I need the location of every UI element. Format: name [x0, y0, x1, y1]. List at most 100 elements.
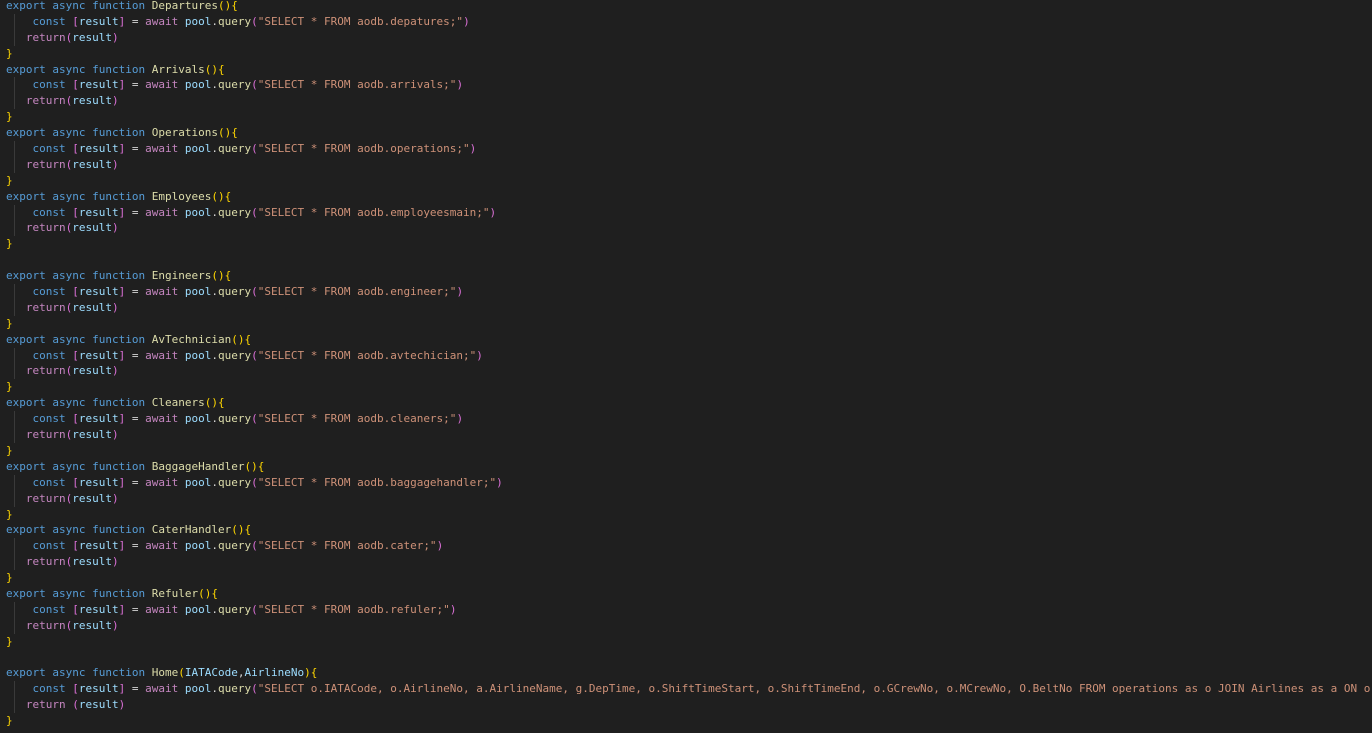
code-line[interactable]: return(result) [6, 299, 1372, 316]
code-line[interactable]: export async function Home(IATACode,Airl… [6, 665, 1372, 681]
code-token: result [78, 285, 119, 299]
code-line[interactable]: return(result) [6, 554, 1372, 571]
code-token: Operations [151, 126, 218, 140]
code-line[interactable]: } [6, 46, 1372, 62]
code-token: . [211, 142, 218, 156]
code-line[interactable]: } [6, 236, 1372, 252]
code-token: "SELECT * FROM aodb.avtechician;" [257, 348, 477, 362]
code-line[interactable]: const [result] = await pool.query("SELEC… [6, 411, 1372, 428]
code-token: export [6, 666, 46, 680]
code-token: () [204, 396, 218, 410]
code-line[interactable]: return(result) [6, 617, 1372, 634]
code-token: pool [184, 205, 212, 219]
code-line[interactable]: export async function Arrivals(){ [6, 62, 1372, 78]
code-token: [ [72, 475, 79, 489]
code-line[interactable]: } [6, 109, 1372, 125]
code-line[interactable]: return(result) [6, 29, 1372, 46]
code-token: async [52, 0, 86, 12]
indent-guide [14, 617, 15, 634]
code-line[interactable]: return (result) [6, 697, 1372, 714]
code-token: await [145, 682, 179, 696]
code-token: () [244, 459, 258, 473]
code-line[interactable]: export async function Refuler(){ [6, 586, 1372, 602]
indent-guide [14, 141, 15, 157]
code-line[interactable]: } [6, 443, 1372, 459]
code-line[interactable]: export async function Employees(){ [6, 189, 1372, 205]
code-line[interactable]: } [6, 379, 1372, 395]
code-token: ) [456, 285, 464, 299]
code-token: result [72, 428, 112, 442]
code-token: "SELECT * FROM aodb.engineer;" [257, 285, 457, 299]
code-token: } [6, 507, 13, 521]
code-token: ) [476, 348, 483, 362]
code-token: = [125, 285, 146, 299]
code-token: Cleaners [151, 396, 205, 410]
code-area[interactable]: export async function Departures(){ cons… [6, 0, 1372, 729]
code-token: ) [118, 698, 126, 712]
code-line[interactable]: const [result] = await pool.query("SELEC… [6, 77, 1372, 94]
code-token: return [25, 491, 66, 505]
code-token: const [32, 78, 66, 92]
code-token: = [125, 539, 146, 553]
code-line[interactable]: } [6, 570, 1372, 586]
code-line[interactable]: } [6, 634, 1372, 650]
code-token: ( [251, 205, 258, 219]
code-line[interactable]: export async function Operations(){ [6, 125, 1372, 141]
code-token: ( [251, 475, 258, 489]
code-token: [ [72, 348, 79, 362]
code-line[interactable]: const [result] = await pool.query("SELEC… [6, 347, 1372, 364]
code-line[interactable]: } [6, 713, 1372, 729]
code-token: pool [184, 412, 212, 426]
indent-guide [14, 601, 15, 618]
code-line[interactable]: } [6, 507, 1372, 523]
code-token: CaterHandler [151, 523, 232, 537]
code-token: } [6, 237, 13, 251]
code-line[interactable]: return(result) [6, 363, 1372, 380]
code-line[interactable]: return(result) [6, 93, 1372, 110]
code-token: result [78, 142, 119, 156]
code-editor[interactable]: export async function Departures(){ cons… [0, 0, 1372, 733]
code-token: [ [72, 412, 79, 426]
code-line[interactable] [6, 650, 1372, 666]
code-line[interactable]: } [6, 316, 1372, 332]
code-token: await [145, 475, 179, 489]
code-line[interactable]: const [result] = await pool.query("SELEC… [6, 538, 1372, 555]
code-line[interactable]: const [result] = await pool.query("SELEC… [6, 601, 1372, 618]
code-token: return [25, 364, 66, 378]
code-token: { [231, 126, 238, 140]
code-token: await [145, 14, 179, 28]
code-line[interactable]: const [result] = await pool.query("SELEC… [6, 284, 1372, 300]
code-line[interactable]: export async function Engineers(){ [6, 268, 1372, 284]
code-token: const [32, 14, 66, 28]
code-line[interactable]: export async function AvTechnician(){ [6, 332, 1372, 348]
indent-guide [14, 156, 15, 173]
code-token: result [72, 300, 112, 314]
code-line[interactable]: const [result] = await pool.query("SELEC… [6, 474, 1372, 491]
code-line[interactable]: export async function Cleaners(){ [6, 395, 1372, 411]
code-line[interactable]: const [result] = await pool.query("SELEC… [6, 681, 1372, 698]
code-token: } [6, 571, 13, 585]
code-line[interactable] [6, 252, 1372, 268]
code-line[interactable]: return(result) [6, 220, 1372, 237]
code-line[interactable]: const [result] = await pool.query("SELEC… [6, 141, 1372, 157]
code-token: query [218, 602, 252, 616]
code-token: . [211, 78, 218, 92]
code-line[interactable]: export async function Departures(){ [6, 0, 1372, 14]
code-token: . [211, 475, 218, 489]
code-line[interactable]: const [result] = await pool.query("SELEC… [6, 13, 1372, 30]
code-token: [ [72, 205, 79, 219]
code-line[interactable]: return(result) [6, 156, 1372, 173]
code-line[interactable]: } [6, 173, 1372, 189]
code-line[interactable]: export async function CaterHandler(){ [6, 522, 1372, 538]
code-line[interactable]: return(result) [6, 427, 1372, 443]
code-token: pool [184, 14, 212, 28]
code-token: . [211, 205, 218, 219]
code-token: = [125, 14, 146, 28]
code-line[interactable]: const [result] = await pool.query("SELEC… [6, 204, 1372, 221]
code-token: ) [489, 205, 497, 219]
code-line[interactable]: export async function BaggageHandler(){ [6, 459, 1372, 475]
code-line[interactable]: return(result) [6, 490, 1372, 507]
